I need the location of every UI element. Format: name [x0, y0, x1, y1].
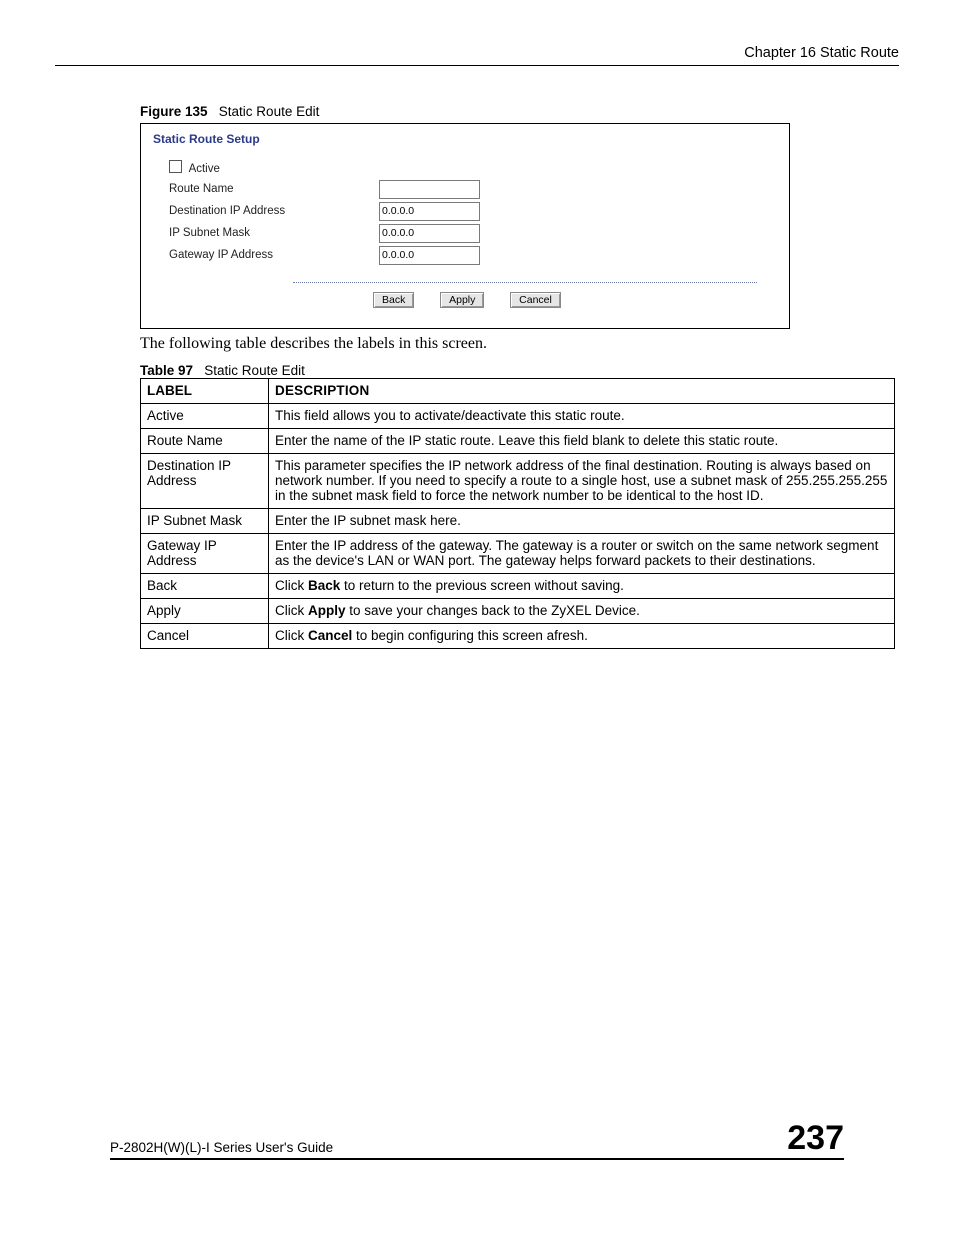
static-route-panel: Static Route Setup Active Route Name Des…	[143, 126, 787, 322]
active-label: Active	[189, 163, 220, 175]
subnet-row: IP Subnet Mask	[169, 222, 777, 244]
footer-page-number: 237	[787, 1121, 844, 1155]
gateway-label: Gateway IP Address	[169, 249, 379, 261]
cell-label: Active	[141, 404, 269, 429]
dest-ip-label: Destination IP Address	[169, 205, 379, 217]
route-name-label: Route Name	[169, 183, 379, 195]
cell-description: Enter the name of the IP static route. L…	[269, 429, 895, 454]
intro-text: The following table describes the labels…	[140, 335, 899, 353]
cell-label: Gateway IP Address	[141, 534, 269, 574]
description-table: LABEL DESCRIPTION ActiveThis field allow…	[140, 378, 895, 649]
cell-description: Click Back to return to the previous scr…	[269, 574, 895, 599]
cell-description: This field allows you to activate/deacti…	[269, 404, 895, 429]
active-checkbox[interactable]	[169, 160, 182, 173]
cell-description: This parameter specifies the IP network …	[269, 454, 895, 509]
table-row: ActiveThis field allows you to activate/…	[141, 404, 895, 429]
cancel-button[interactable]: Cancel	[510, 292, 561, 308]
table-caption: Table 97 Static Route Edit	[140, 363, 899, 378]
cell-description: Click Apply to save your changes back to…	[269, 599, 895, 624]
table-row: IP Subnet MaskEnter the IP subnet mask h…	[141, 509, 895, 534]
dest-ip-row: Destination IP Address	[169, 200, 777, 222]
route-name-row: Route Name	[169, 178, 777, 200]
page-footer: P-2802H(W)(L)-I Series User's Guide 237	[110, 1121, 844, 1160]
table-row: Gateway IP AddressEnter the IP address o…	[141, 534, 895, 574]
table-title: Static Route Edit	[204, 363, 305, 378]
table-row: Destination IP AddressThis parameter spe…	[141, 454, 895, 509]
th-description: DESCRIPTION	[269, 379, 895, 404]
screenshot-frame: Static Route Setup Active Route Name Des…	[140, 123, 790, 329]
cell-label: IP Subnet Mask	[141, 509, 269, 534]
panel-title: Static Route Setup	[143, 126, 787, 156]
gateway-input[interactable]	[379, 246, 480, 265]
th-label: LABEL	[141, 379, 269, 404]
dest-ip-input[interactable]	[379, 202, 480, 221]
table-row: BackClick Back to return to the previous…	[141, 574, 895, 599]
button-row: Back Apply Cancel	[143, 291, 787, 308]
table-label: Table 97	[140, 363, 193, 378]
cell-description: Enter the IP address of the gateway. The…	[269, 534, 895, 574]
back-button[interactable]: Back	[373, 292, 414, 308]
table-row: CancelClick Cancel to begin configuring …	[141, 624, 895, 649]
subnet-label: IP Subnet Mask	[169, 227, 379, 239]
cell-label: Apply	[141, 599, 269, 624]
active-row: Active	[169, 156, 777, 178]
figure-title: Static Route Edit	[219, 104, 320, 119]
cell-label: Route Name	[141, 429, 269, 454]
page-header: Chapter 16 Static Route	[55, 45, 899, 66]
figure-caption: Figure 135 Static Route Edit	[140, 104, 899, 119]
gateway-row: Gateway IP Address	[169, 244, 777, 266]
subnet-input[interactable]	[379, 224, 480, 243]
footer-guide: P-2802H(W)(L)-I Series User's Guide	[110, 1140, 333, 1155]
cell-label: Destination IP Address	[141, 454, 269, 509]
figure-label: Figure 135	[140, 104, 208, 119]
table-row: ApplyClick Apply to save your changes ba…	[141, 599, 895, 624]
table-row: Route NameEnter the name of the IP stati…	[141, 429, 895, 454]
route-name-input[interactable]	[379, 180, 480, 199]
cell-label: Cancel	[141, 624, 269, 649]
cell-description: Enter the IP subnet mask here.	[269, 509, 895, 534]
apply-button[interactable]: Apply	[440, 292, 484, 308]
form-area: Active Route Name Destination IP Address…	[143, 156, 787, 272]
chapter-title: Chapter 16 Static Route	[744, 45, 899, 61]
table-head-row: LABEL DESCRIPTION	[141, 379, 895, 404]
cell-description: Click Cancel to begin configuring this s…	[269, 624, 895, 649]
separator	[293, 282, 757, 283]
cell-label: Back	[141, 574, 269, 599]
